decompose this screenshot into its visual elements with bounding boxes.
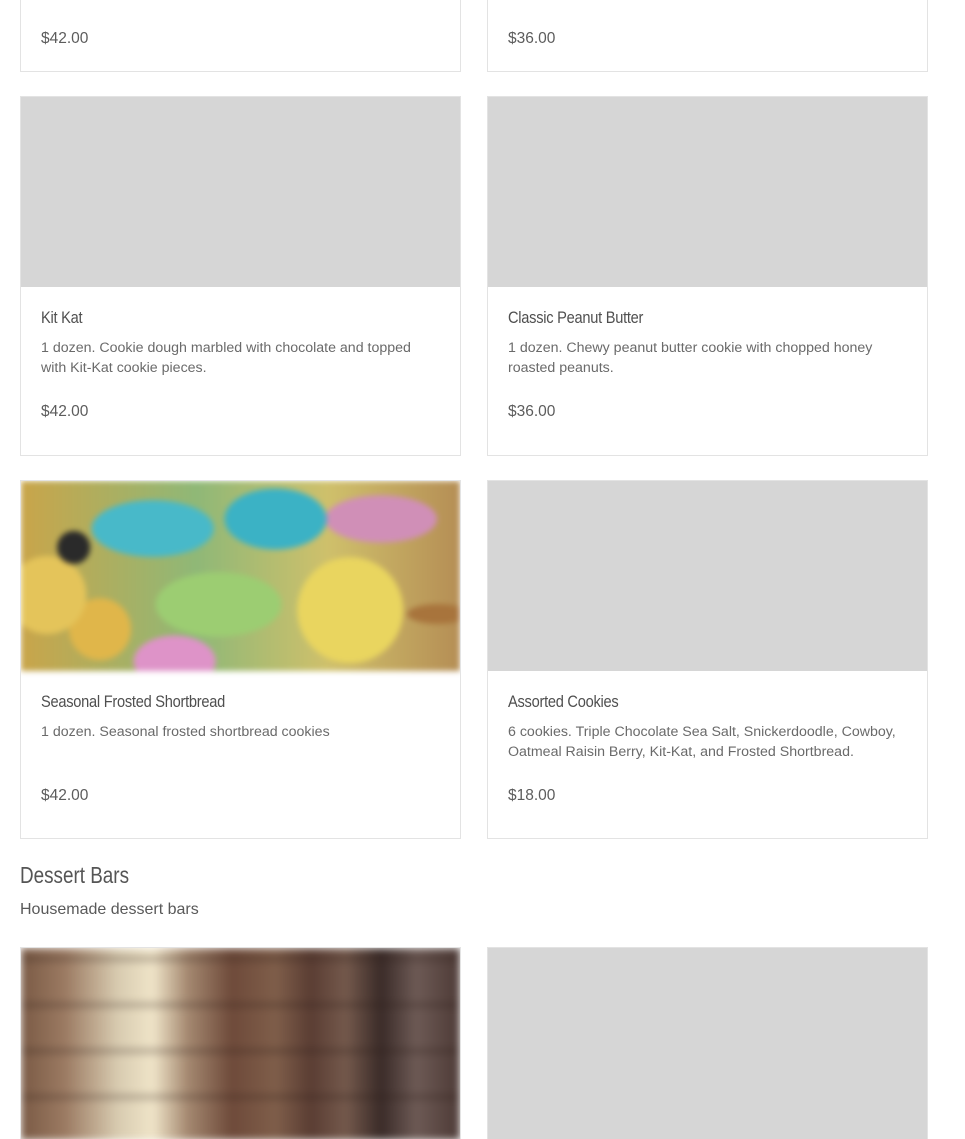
item-title[interactable]: Kit Kat <box>41 308 83 328</box>
item-description: 1 dozen. Cookie dough marbled with choco… <box>41 340 411 376</box>
item-description: 1 dozen. Chewy peanut butter cookie with… <box>508 340 873 376</box>
menu-item-card[interactable]: $36.00 <box>487 0 928 72</box>
menu-page: $42.00 $36.00 Kit Kat 1 dozen. Cookie do… <box>0 0 965 1139</box>
dessert-bars-photo[interactable] <box>21 948 460 1139</box>
menu-item-card-assorted-cookies[interactable]: Assorted Cookies 6 cookies. Triple Choco… <box>487 480 928 839</box>
item-image-placeholder[interactable] <box>488 481 927 671</box>
item-title[interactable]: Classic Peanut Butter <box>508 308 643 328</box>
menu-item-card[interactable]: $42.00 <box>20 0 461 72</box>
item-description: 1 dozen. Seasonal frosted shortbread coo… <box>41 724 330 740</box>
section-title: Dessert Bars <box>20 862 130 888</box>
item-title[interactable]: Assorted Cookies <box>508 692 619 712</box>
item-title[interactable]: Seasonal Frosted Shortbread <box>41 692 225 712</box>
item-image-placeholder[interactable] <box>488 97 927 287</box>
frosted-shortbread-photo[interactable] <box>21 481 460 671</box>
item-image-placeholder[interactable] <box>488 948 927 1139</box>
section-subtitle: Housemade dessert bars <box>20 901 199 918</box>
menu-item-card[interactable] <box>487 947 928 1139</box>
item-image-placeholder[interactable] <box>21 97 460 287</box>
item-price: $42.00 <box>41 787 89 804</box>
menu-item-card-dessert-bars[interactable] <box>20 947 461 1139</box>
item-description: 6 cookies. Triple Chocolate Sea Salt, Sn… <box>508 724 896 760</box>
item-price: $42.00 <box>41 30 89 47</box>
menu-item-card-kit-kat[interactable]: Kit Kat 1 dozen. Cookie dough marbled wi… <box>20 96 461 456</box>
item-price: $18.00 <box>508 787 556 804</box>
menu-item-card-seasonal-frosted-shortbread[interactable]: Seasonal Frosted Shortbread 1 dozen. Sea… <box>20 480 461 839</box>
item-price: $42.00 <box>41 403 89 420</box>
menu-item-card-classic-peanut-butter[interactable]: Classic Peanut Butter 1 dozen. Chewy pea… <box>487 96 928 456</box>
item-price: $36.00 <box>508 30 556 47</box>
item-price: $36.00 <box>508 403 556 420</box>
